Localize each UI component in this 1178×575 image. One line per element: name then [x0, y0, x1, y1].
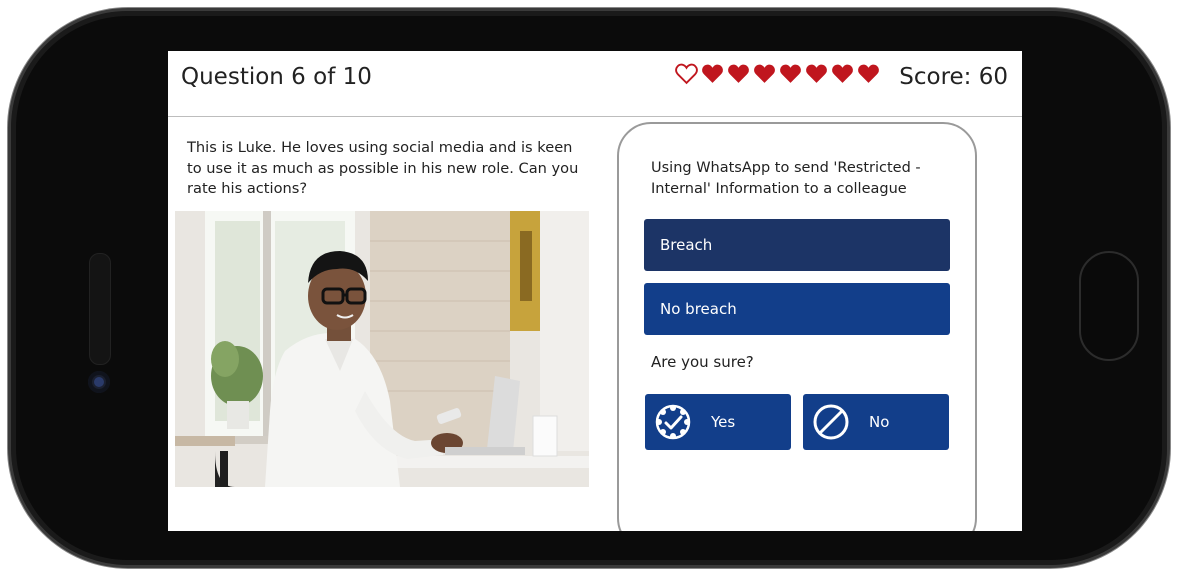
heart-full-icon [780, 64, 801, 83]
no-breach-button[interactable]: No breach [644, 283, 950, 335]
yes-label: Yes [711, 413, 736, 431]
question-counter: Question 6 of 10 [181, 64, 372, 90]
quiz-screen: Question 6 of 10 Score: 60 This is Luke.… [168, 51, 1022, 531]
home-button[interactable] [1079, 251, 1139, 361]
camera-icon [88, 371, 110, 393]
scenario-photo [175, 211, 589, 487]
heart-full-icon [806, 64, 827, 83]
quiz-header: Question 6 of 10 Score: 60 [168, 51, 1022, 117]
heart-full-icon [728, 64, 749, 83]
heart-full-icon [832, 64, 853, 83]
no-label: No [869, 413, 890, 431]
heart-full-icon [702, 64, 723, 83]
lives-indicator [674, 61, 881, 86]
score-display: Score: 60 [899, 64, 1008, 90]
speaker-slot [89, 253, 111, 365]
confirm-question: Are you sure? [651, 353, 754, 371]
no-button[interactable]: No [803, 394, 949, 450]
heart-full-icon [754, 64, 775, 83]
heart-empty-icon [675, 63, 698, 85]
prohibited-icon [813, 404, 849, 440]
man-with-phone-illustration [175, 211, 589, 487]
scenario-text: Using WhatsApp to send 'Restricted - Int… [651, 160, 921, 197]
heart-full-icon [858, 64, 879, 83]
badge-check-icon [655, 404, 691, 440]
question-prompt: This is Luke. He loves using social medi… [187, 139, 579, 197]
breach-button[interactable]: Breach [644, 219, 950, 271]
yes-button[interactable]: Yes [645, 394, 791, 450]
question-card: Using WhatsApp to send 'Restricted - Int… [617, 122, 977, 531]
